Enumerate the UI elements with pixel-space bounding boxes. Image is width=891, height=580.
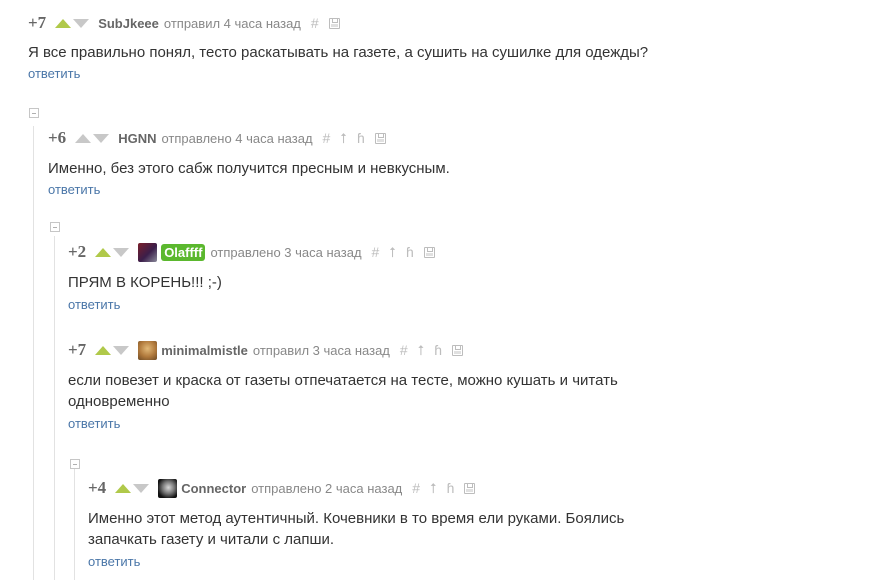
comment-timestamp: отправлено 3 часа назад xyxy=(210,244,362,260)
comment: +6 HGNN отправлено 4 часа назад # ⭡ ɦ Им… xyxy=(48,128,878,199)
avatar[interactable] xyxy=(138,242,158,262)
collapse-thread-button[interactable] xyxy=(70,459,80,469)
comment-text: Именно этот метод аутентичный. Кочевники… xyxy=(88,510,625,548)
vote-down-icon[interactable] xyxy=(113,247,130,257)
branch-icon[interactable]: ɦ xyxy=(434,343,442,357)
permalink-icon[interactable]: # xyxy=(372,245,380,259)
comment: +2 Olaffff отправлено 3 часа назад # ⭡ ɦ… xyxy=(68,242,878,314)
comment-text: Я все правильно понял, тесто раскатывать… xyxy=(28,44,649,61)
comment-text: Именно, без этого сабж получится пресным… xyxy=(48,160,450,177)
parent-comment-icon[interactable]: ⭡ xyxy=(418,343,425,357)
vote-up-icon[interactable] xyxy=(75,133,92,143)
comment-header: +6 HGNN отправлено 4 часа назад # ⭡ ɦ xyxy=(48,128,878,148)
comment-timestamp: отправлено 4 часа назад xyxy=(161,130,313,146)
save-icon[interactable] xyxy=(374,132,386,144)
branch-icon[interactable]: ɦ xyxy=(447,481,455,495)
permalink-icon[interactable]: # xyxy=(400,343,408,357)
save-icon[interactable] xyxy=(464,482,476,494)
reply-link[interactable]: ответить xyxy=(88,554,140,569)
avatar[interactable] xyxy=(158,478,178,498)
comment-header: +7 SubJkeee отправил 4 часа назад # xyxy=(28,13,878,33)
reply-link[interactable]: ответить xyxy=(28,66,80,81)
comment: +4 Connector отправлено 2 часа назад # ⭡… xyxy=(88,478,878,571)
comment-rating: +7 xyxy=(28,13,47,32)
collapse-thread-button[interactable] xyxy=(50,222,60,232)
username-link[interactable]: HGNN xyxy=(118,131,156,146)
username-link[interactable]: Olaffff xyxy=(161,243,206,261)
comment: +7 minimalmistle отправил 3 часа назад #… xyxy=(68,340,878,433)
parent-comment-icon[interactable]: ⭡ xyxy=(430,481,437,495)
avatar[interactable] xyxy=(138,340,158,360)
collapse-thread-button[interactable] xyxy=(29,108,39,118)
vote-down-icon[interactable] xyxy=(113,345,130,355)
reply-link[interactable]: ответить xyxy=(48,182,100,197)
comment-timestamp: отправил 4 часа назад xyxy=(163,15,301,31)
branch-icon[interactable]: ɦ xyxy=(357,131,365,145)
username-link[interactable]: Connector xyxy=(181,481,246,496)
save-icon[interactable] xyxy=(452,344,464,356)
vote-down-icon[interactable] xyxy=(73,18,90,28)
branch-icon[interactable]: ɦ xyxy=(406,245,414,259)
comment-header: +4 Connector отправлено 2 часа назад # ⭡… xyxy=(88,478,878,498)
comment-rating: +6 xyxy=(48,128,67,147)
username-link[interactable]: minimalmistle xyxy=(161,343,248,358)
comment-rating: +7 xyxy=(68,340,87,359)
vote-up-icon[interactable] xyxy=(95,247,112,257)
reply-link[interactable]: ответить xyxy=(68,416,120,431)
comment-header: +7 minimalmistle отправил 3 часа назад #… xyxy=(68,340,878,360)
thread-line xyxy=(74,468,75,580)
vote-up-icon[interactable] xyxy=(115,483,132,493)
vote-up-icon[interactable] xyxy=(55,18,72,28)
comment-timestamp: отправил 3 часа назад xyxy=(252,342,390,358)
comment-rating: +2 xyxy=(68,242,87,261)
reply-link[interactable]: ответить xyxy=(68,297,120,312)
thread-line xyxy=(33,126,34,580)
comment-header: +2 Olaffff отправлено 3 часа назад # ⭡ ɦ xyxy=(68,242,878,262)
parent-comment-icon[interactable]: ⭡ xyxy=(389,245,396,259)
comment-text: ПРЯМ В КОРЕНЬ!!! ;-) xyxy=(68,274,222,291)
comment-timestamp: отправлено 2 часа назад xyxy=(251,480,403,496)
permalink-icon[interactable]: # xyxy=(311,16,319,30)
vote-up-icon[interactable] xyxy=(95,345,112,355)
save-icon[interactable] xyxy=(328,17,340,29)
comment-text: если повезет и краска от газеты отпечата… xyxy=(68,372,618,410)
thread-line xyxy=(54,236,55,580)
vote-down-icon[interactable] xyxy=(133,483,150,493)
permalink-icon[interactable]: # xyxy=(323,131,331,145)
parent-comment-icon[interactable]: ⭡ xyxy=(340,131,347,145)
save-icon[interactable] xyxy=(423,246,435,258)
permalink-icon[interactable]: # xyxy=(412,481,420,495)
comment: +7 SubJkeee отправил 4 часа назад # Я вс… xyxy=(28,13,878,83)
comment-rating: +4 xyxy=(88,478,107,497)
vote-down-icon[interactable] xyxy=(93,133,110,143)
username-link[interactable]: SubJkeee xyxy=(98,16,159,31)
